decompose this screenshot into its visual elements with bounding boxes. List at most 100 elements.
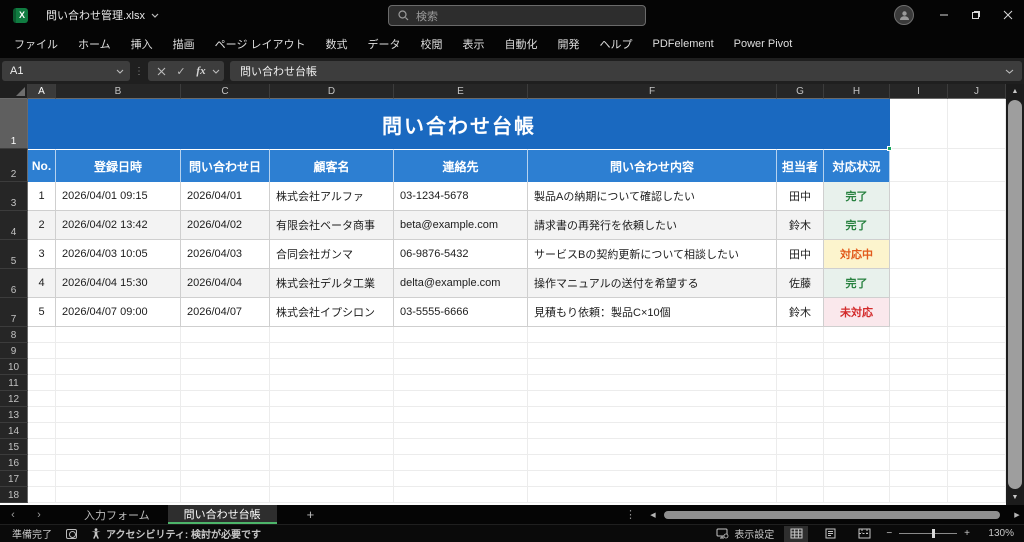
empty-cells[interactable] [28, 391, 1006, 407]
cell-assignee[interactable]: 鈴木 [777, 211, 824, 240]
row-header-7[interactable]: 7 [0, 298, 28, 327]
ribbon-tab-formulas[interactable]: 数式 [316, 30, 358, 58]
scroll-up-icon[interactable]: ▲ [1006, 84, 1024, 99]
cell-customer[interactable]: 株式会社イプシロン [270, 298, 394, 327]
formula-input[interactable]: 問い合わせ台帳 [230, 61, 1022, 81]
cell-assignee[interactable]: 田中 [777, 240, 824, 269]
empty-cell[interactable] [890, 149, 948, 182]
header-content[interactable]: 問い合わせ内容 [528, 149, 777, 182]
header-contact[interactable]: 連絡先 [394, 149, 528, 182]
row-header-9[interactable]: 9 [0, 343, 28, 359]
row-header-12[interactable]: 12 [0, 391, 28, 407]
expand-formula-bar-icon[interactable] [1005, 69, 1014, 74]
ribbon-tab-view[interactable]: 表示 [453, 30, 495, 58]
cell-registered[interactable]: 2026/04/03 10:05 [56, 240, 181, 269]
cell-status[interactable]: 対応中 [824, 240, 890, 269]
cell-content[interactable]: 操作マニュアルの送付を希望する [528, 269, 777, 298]
search-box[interactable]: 検索 [388, 5, 646, 26]
table-title-cell[interactable]: 問い合わせ台帳 [28, 99, 890, 149]
ribbon-tab-page-layout[interactable]: ページ レイアウト [205, 30, 316, 58]
cell-registered[interactable]: 2026/04/01 09:15 [56, 182, 181, 211]
empty-cell[interactable] [948, 298, 1006, 327]
row-header-13[interactable]: 13 [0, 407, 28, 423]
zoom-out-button[interactable]: − [886, 528, 892, 539]
empty-cell[interactable] [890, 99, 948, 149]
header-assignee[interactable]: 担当者 [777, 149, 824, 182]
cell-inquiry-date[interactable]: 2026/04/04 [181, 269, 270, 298]
page-layout-view-button[interactable] [818, 526, 842, 542]
cell-customer[interactable]: 株式会社アルファ [270, 182, 394, 211]
page-break-view-button[interactable] [852, 526, 876, 542]
close-button[interactable] [992, 0, 1024, 30]
vertical-scrollbar[interactable]: ▲ ▼ [1006, 84, 1024, 505]
name-box[interactable]: A1 [2, 61, 130, 81]
empty-cell[interactable] [948, 211, 1006, 240]
prev-sheet-icon[interactable]: ‹ [0, 509, 26, 521]
row-header-14[interactable]: 14 [0, 423, 28, 439]
ribbon-tab-insert[interactable]: 挿入 [121, 30, 163, 58]
cell-customer[interactable]: 有限会社ベータ商事 [270, 211, 394, 240]
cell-status[interactable]: 完了 [824, 182, 890, 211]
horizontal-scrollbar[interactable] [662, 510, 1008, 520]
row-header-16[interactable]: 16 [0, 455, 28, 471]
excel-app-icon[interactable]: X [13, 8, 28, 23]
row-header-10[interactable]: 10 [0, 359, 28, 375]
row-header-15[interactable]: 15 [0, 439, 28, 455]
ribbon-tab-pdfelement[interactable]: PDFelement [643, 30, 724, 58]
column-header-g[interactable]: G [777, 84, 824, 99]
cell-registered[interactable]: 2026/04/04 15:30 [56, 269, 181, 298]
row-header-2[interactable]: 2 [0, 149, 28, 182]
cell-content[interactable]: サービスBの契約更新について相談したい [528, 240, 777, 269]
restore-button[interactable] [960, 0, 992, 30]
zoom-in-button[interactable]: + [964, 528, 970, 539]
empty-cells[interactable] [28, 487, 1006, 503]
empty-cells[interactable] [28, 359, 1006, 375]
empty-cell[interactable] [890, 211, 948, 240]
header-registered[interactable]: 登録日時 [56, 149, 181, 182]
cell-status[interactable]: 未対応 [824, 298, 890, 327]
row-header-3[interactable]: 3 [0, 182, 28, 211]
next-sheet-icon[interactable]: › [26, 509, 52, 521]
zoom-slider-thumb[interactable] [932, 529, 935, 538]
empty-cells[interactable] [28, 343, 1006, 359]
empty-cell[interactable] [948, 99, 1006, 149]
column-header-a[interactable]: A [28, 84, 56, 99]
empty-cells[interactable] [28, 423, 1006, 439]
select-all-corner[interactable] [0, 84, 28, 99]
ribbon-tab-power-pivot[interactable]: Power Pivot [724, 30, 803, 58]
header-inquiry-date[interactable]: 問い合わせ日 [181, 149, 270, 182]
cell-contact[interactable]: 03-5555-6666 [394, 298, 528, 327]
cell-content[interactable]: 製品Aの納期について確認したい [528, 182, 777, 211]
ribbon-tab-file[interactable]: ファイル [4, 30, 68, 58]
cell-assignee[interactable]: 鈴木 [777, 298, 824, 327]
cell-inquiry-date[interactable]: 2026/04/07 [181, 298, 270, 327]
cell-status[interactable]: 完了 [824, 269, 890, 298]
empty-cell[interactable] [948, 269, 1006, 298]
scroll-down-icon[interactable]: ▼ [1006, 490, 1024, 505]
cell-assignee[interactable]: 佐藤 [777, 269, 824, 298]
ribbon-tab-draw[interactable]: 描画 [163, 30, 205, 58]
minimize-button[interactable] [928, 0, 960, 30]
row-header-11[interactable]: 11 [0, 375, 28, 391]
row-header-6[interactable]: 6 [0, 269, 28, 298]
zoom-slider[interactable] [899, 533, 957, 534]
ribbon-tab-data[interactable]: データ [358, 30, 411, 58]
header-status[interactable]: 対応状況 [824, 149, 890, 182]
row-header-4[interactable]: 4 [0, 211, 28, 240]
accessibility-checker[interactable]: アクセシビリティ: 検討が必要です [91, 526, 261, 541]
empty-cells[interactable] [28, 327, 1006, 343]
column-header-f[interactable]: F [528, 84, 777, 99]
column-header-b[interactable]: B [56, 84, 181, 99]
cell-inquiry-date[interactable]: 2026/04/01 [181, 182, 270, 211]
column-header-j[interactable]: J [948, 84, 1006, 99]
column-header-e[interactable]: E [394, 84, 528, 99]
empty-cells[interactable] [28, 455, 1006, 471]
empty-cells[interactable] [28, 375, 1006, 391]
sheet-tab-input-form[interactable]: 入力フォーム [68, 505, 166, 524]
header-customer[interactable]: 顧客名 [270, 149, 394, 182]
cell-assignee[interactable]: 田中 [777, 182, 824, 211]
empty-cells[interactable] [28, 471, 1006, 487]
empty-cells[interactable] [28, 439, 1006, 455]
row-header-18[interactable]: 18 [0, 487, 28, 503]
macro-record-icon[interactable] [66, 529, 77, 539]
